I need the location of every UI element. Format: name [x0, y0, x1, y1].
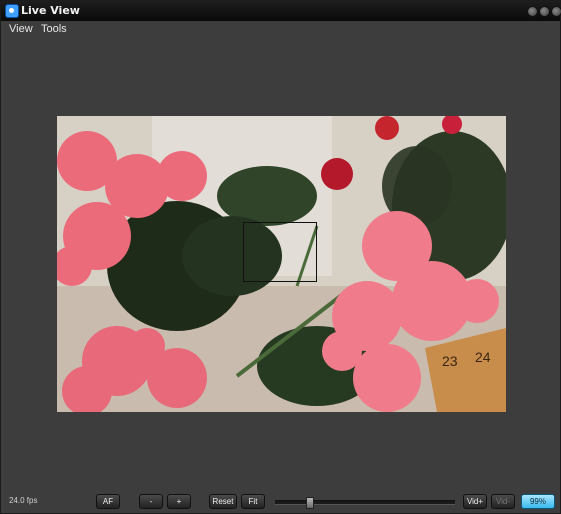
zoom-slider-thumb[interactable]: [306, 497, 315, 509]
svg-text:23: 23: [442, 353, 458, 369]
window-title: Live View: [21, 4, 80, 17]
status-bar: 24.0 fps AF - + Reset Fit Vid+ Vid- 99%: [1, 491, 560, 513]
af-button[interactable]: AF: [96, 494, 120, 509]
close-icon[interactable]: [551, 6, 561, 17]
zoom-level-badge[interactable]: 99%: [521, 494, 555, 509]
app-icon: [5, 4, 19, 18]
focus-minus-button[interactable]: -: [139, 494, 163, 509]
svg-text:24: 24: [475, 349, 491, 365]
menu-view[interactable]: View: [9, 23, 33, 35]
fps-readout: 24.0 fps: [9, 496, 38, 505]
zoom-slider[interactable]: [275, 497, 455, 509]
menu-tools[interactable]: Tools: [41, 23, 67, 35]
focus-rectangle[interactable]: [243, 222, 317, 282]
vid-plus-button[interactable]: Vid+: [463, 494, 487, 509]
reset-button[interactable]: Reset: [209, 494, 237, 509]
live-view-image[interactable]: 23 24: [57, 116, 506, 412]
maximize-icon[interactable]: [539, 6, 550, 17]
focus-plus-button[interactable]: +: [167, 494, 191, 509]
fit-button[interactable]: Fit: [241, 494, 265, 509]
live-view-window: Live View View Tools 23 24 24.0 fps AF -…: [0, 0, 561, 514]
menu-bar: View Tools: [1, 21, 560, 39]
vid-minus-button[interactable]: Vid-: [491, 494, 515, 509]
minimize-icon[interactable]: [527, 6, 538, 17]
title-bar[interactable]: Live View: [1, 1, 561, 21]
